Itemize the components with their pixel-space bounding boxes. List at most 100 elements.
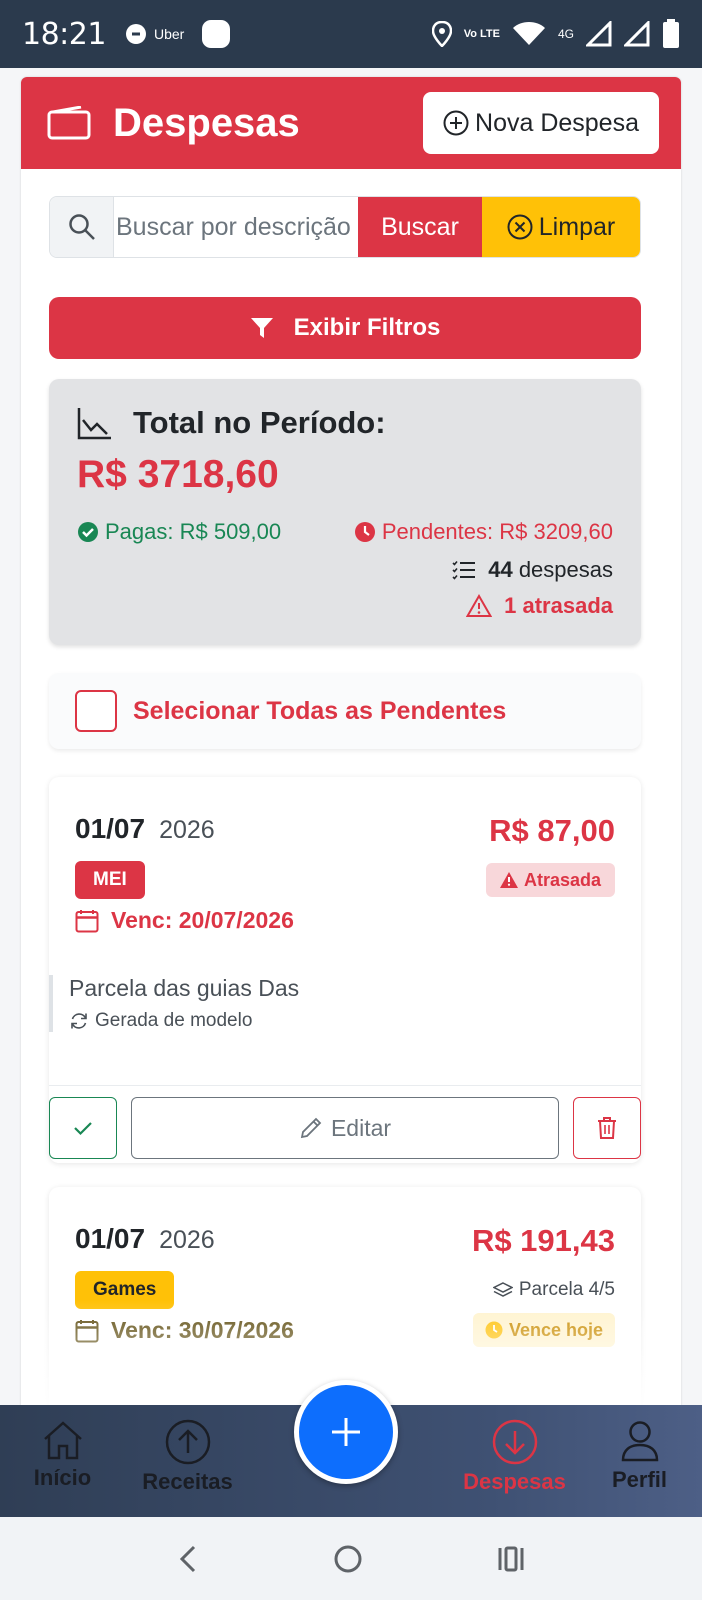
arrow-up-circle-icon xyxy=(165,1419,210,1465)
expense-amount: R$ 191,43 xyxy=(471,1223,615,1258)
installment-info: Parcela 4/5 xyxy=(492,1279,615,1301)
due-date: Venc: 20/07/2026 xyxy=(75,907,294,934)
expense-count-number: 44 xyxy=(488,557,513,582)
wallet-icon xyxy=(47,106,91,140)
origin-label: Gerada de modelo xyxy=(95,1010,253,1031)
home-circle-icon[interactable] xyxy=(333,1544,363,1574)
system-nav-bar xyxy=(0,1517,702,1600)
chart-line-icon xyxy=(77,408,111,440)
nav-receitas[interactable]: Receitas xyxy=(125,1405,250,1517)
due-date: Venc: 30/07/2026 xyxy=(75,1317,294,1344)
search-icon xyxy=(68,214,95,240)
new-expense-label: Nova Despesa xyxy=(475,108,639,137)
wifi-icon xyxy=(512,22,545,45)
search-icon-box xyxy=(50,197,114,257)
status-label: Atrasada xyxy=(523,869,601,890)
search-button[interactable]: Buscar xyxy=(358,197,482,257)
expense-card: 01/07 2026 R$ 191,43 Games Parcela 4/5 V… xyxy=(49,1187,641,1407)
late-count: 1 atrasada xyxy=(77,593,613,619)
expense-card: 01/07 2026 R$ 87,00 MEI Atrasada Venc: 2… xyxy=(49,777,641,1163)
chat-bubble-icon xyxy=(125,24,146,44)
generated-from-template: Gerada de modelo xyxy=(69,1010,299,1032)
show-filters-button[interactable]: Exibir Filtros xyxy=(49,297,641,359)
nav-perfil[interactable]: Perfil xyxy=(577,1405,702,1517)
uber-label: Uber xyxy=(153,26,185,42)
category-badge: Games xyxy=(75,1271,175,1309)
late-label: 1 atrasada xyxy=(504,593,613,618)
period-summary: Total no Período: R$ 3718,60 Pagas: R$ 5… xyxy=(49,379,641,645)
add-fab-button[interactable] xyxy=(294,1380,398,1484)
card-divider xyxy=(49,1085,641,1086)
category-badge: MEI xyxy=(75,861,145,899)
nav-despesas-label: Despesas xyxy=(463,1469,566,1494)
clear-button[interactable]: Limpar xyxy=(482,197,640,257)
show-filters-label: Exibir Filtros xyxy=(293,314,441,341)
paid-total: Pagas: R$ 509,00 xyxy=(77,519,281,545)
network-4g: 4G xyxy=(557,27,574,41)
select-all-pending[interactable]: Selecionar Todas as Pendentes xyxy=(49,673,641,749)
warning-fill-icon xyxy=(499,872,518,888)
arrow-down-circle-icon xyxy=(492,1419,537,1465)
page-title: Despesas xyxy=(113,100,300,145)
check-circle-icon xyxy=(78,522,98,542)
due-date-label: Venc: 20/07/2026 xyxy=(111,907,294,933)
back-icon[interactable] xyxy=(176,1544,200,1574)
edit-button[interactable]: Editar xyxy=(131,1097,559,1159)
nav-inicio[interactable]: Início xyxy=(0,1405,125,1517)
search-bar: Buscar Limpar xyxy=(49,196,641,258)
calendar-icon xyxy=(75,1319,99,1342)
signal-icon xyxy=(586,21,612,47)
warning-triangle-icon xyxy=(466,594,493,617)
new-expense-button[interactable]: Nova Despesa xyxy=(423,92,659,154)
list-check-icon xyxy=(452,560,476,580)
main-container: Despesas Nova Despesa Buscar Limpar Exib… xyxy=(21,77,681,1407)
expense-year: 2026 xyxy=(159,1226,215,1254)
summary-total: R$ 3718,60 xyxy=(77,453,279,496)
person-icon xyxy=(621,1421,658,1462)
app-square-icon xyxy=(202,20,231,48)
select-all-label: Selecionar Todas as Pendentes xyxy=(133,696,507,725)
battery-icon xyxy=(663,19,679,48)
pending-total: Pendentes: R$ 3209,60 xyxy=(354,519,613,545)
card-actions: Editar xyxy=(49,1097,641,1159)
nav-perfil-label: Perfil xyxy=(611,1467,668,1492)
volte-indicator: Vo LTE xyxy=(463,27,500,40)
uber-notification: Uber xyxy=(124,23,184,45)
nav-receitas-label: Receitas xyxy=(142,1469,233,1494)
clock-icon xyxy=(354,522,375,542)
recents-icon[interactable] xyxy=(496,1545,526,1573)
home-icon xyxy=(43,1421,82,1460)
check-icon xyxy=(74,1122,92,1136)
expense-year: 2026 xyxy=(159,816,215,844)
expense-amount: R$ 87,00 xyxy=(489,813,615,848)
select-all-checkbox[interactable] xyxy=(75,690,117,732)
status-label: Vence hoje xyxy=(508,1319,603,1340)
refresh-icon xyxy=(71,1013,87,1029)
pending-label: Pendentes: R$ 3209,60 xyxy=(381,519,613,544)
paid-label: Pagas: R$ 509,00 xyxy=(105,519,282,544)
expense-date: 01/07 xyxy=(75,1223,146,1254)
trash-icon xyxy=(598,1117,616,1139)
calendar-icon xyxy=(75,909,99,932)
filter-icon xyxy=(250,318,273,338)
clock-icon xyxy=(485,1321,503,1339)
status-time: 18:21 xyxy=(22,16,106,52)
status-badge-due-today: Vence hoje xyxy=(472,1313,615,1347)
edit-label: Editar xyxy=(330,1114,392,1141)
summary-title: Total no Período: xyxy=(133,405,386,440)
search-input[interactable] xyxy=(114,197,358,257)
layers-icon xyxy=(492,1282,513,1297)
signal-icon-2 xyxy=(624,21,650,47)
mark-paid-button[interactable] xyxy=(49,1097,117,1159)
pencil-icon xyxy=(300,1117,322,1139)
nav-despesas[interactable]: Despesas xyxy=(452,1405,577,1517)
description-block: Parcela das guias Das Gerada de modelo xyxy=(49,975,299,1032)
plus-circle-icon xyxy=(443,110,469,136)
page-header: Despesas Nova Despesa xyxy=(21,77,681,169)
x-circle-icon xyxy=(507,214,533,240)
expense-count: 44 despesas xyxy=(77,557,613,583)
due-date-label: Venc: 30/07/2026 xyxy=(111,1317,294,1343)
delete-button[interactable] xyxy=(573,1097,641,1159)
status-badge-late: Atrasada xyxy=(485,863,615,897)
expense-date: 01/07 xyxy=(75,813,146,844)
